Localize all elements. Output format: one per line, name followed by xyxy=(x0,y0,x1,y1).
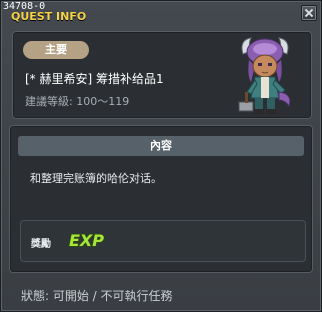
quest-status: 狀態: 可開始 / 不可執行任務 xyxy=(21,289,173,303)
quest-type-badge: 主要 xyxy=(23,41,89,59)
close-button[interactable] xyxy=(301,5,317,21)
quest-info-window: 34708-0 QUEST INFO 主要 [* 赫里希安] 筹措补给品1 建議… xyxy=(0,0,322,312)
npc-portrait xyxy=(238,37,291,114)
reward-box: 獎勵 EXP xyxy=(20,220,306,262)
quest-name: [* 赫里希安] 筹措补给品1 xyxy=(25,72,164,86)
window-title: QUEST INFO xyxy=(11,10,87,23)
reward-label: 獎勵 xyxy=(31,239,51,250)
quest-summary-panel: 主要 [* 赫里希安] 筹措补给品1 建議等級: 100～119 xyxy=(12,31,312,119)
quest-content-panel: 內容 和整理完账簿的哈伦对话。 獎勵 EXP xyxy=(9,125,313,273)
exp-icon: EXP xyxy=(68,230,105,251)
recommended-level: 建議等級: 100～119 xyxy=(25,95,130,108)
content-section-header: 內容 xyxy=(18,136,304,156)
exp-icon-text: EXP xyxy=(69,231,104,250)
quest-description: 和整理完账簿的哈伦对话。 xyxy=(30,172,162,185)
